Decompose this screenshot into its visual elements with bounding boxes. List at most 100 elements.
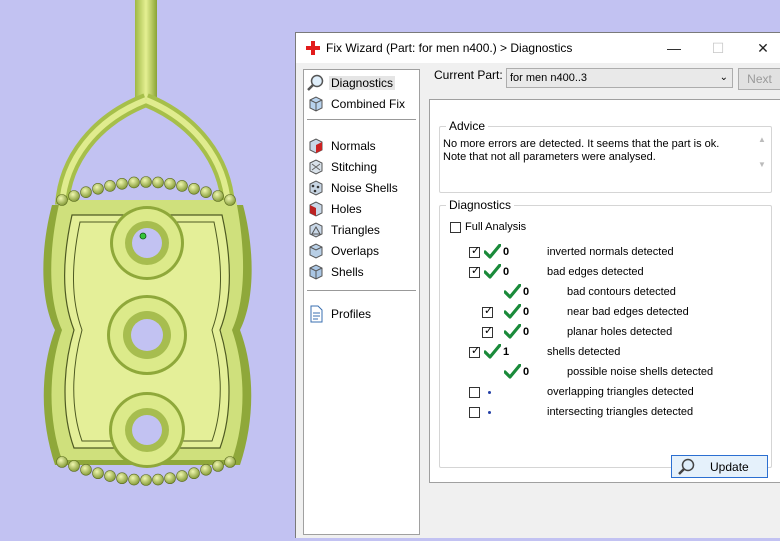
bead xyxy=(200,464,212,476)
checkmark-icon: ✓ xyxy=(471,345,481,357)
title-bar[interactable]: Fix Wizard (Part: for men n400.) > Diagn… xyxy=(296,33,780,63)
stitching-icon xyxy=(309,158,323,175)
advice-title: Advice xyxy=(446,119,489,133)
sidebar-item-holes[interactable]: Holes xyxy=(307,199,415,218)
bead xyxy=(80,464,92,476)
window-title: Fix Wizard (Part: for men n400.) > Diagn… xyxy=(326,41,573,55)
shells-icon xyxy=(309,263,323,280)
green-check-icon xyxy=(504,364,521,379)
checkmark-icon: ✓ xyxy=(484,305,494,317)
bead xyxy=(164,177,176,190)
bead xyxy=(140,176,152,188)
diagnostic-label: shells detected xyxy=(547,346,621,358)
scroll-down-icon[interactable]: ▼ xyxy=(756,160,768,169)
bead xyxy=(116,177,128,190)
diagnostic-label: bad edges detected xyxy=(547,266,644,278)
green-check-icon xyxy=(504,304,521,319)
sidebar-item-overlaps[interactable]: Overlaps xyxy=(307,241,415,260)
diagnostic-checkbox[interactable] xyxy=(469,387,480,398)
diagnostic-checkbox[interactable]: ✓ xyxy=(469,345,481,358)
bead xyxy=(68,190,80,202)
sidebar-item-normals[interactable]: Normals xyxy=(307,136,415,155)
sidebar-item-diagnostics[interactable]: Diagnostics xyxy=(307,73,415,92)
pending-dot-icon xyxy=(488,391,491,394)
checkmark-icon: ✓ xyxy=(471,245,481,257)
cube-icon xyxy=(309,95,323,112)
current-part-label: Current Part: xyxy=(434,68,503,82)
sidebar-item-shells[interactable]: Shells xyxy=(307,262,415,281)
3d-viewport[interactable] xyxy=(0,0,295,538)
bead xyxy=(188,467,200,480)
green-check-icon xyxy=(504,324,521,339)
sidebar-item-noise-shells[interactable]: Noise Shells xyxy=(307,178,415,197)
bead xyxy=(80,186,92,198)
diagnostic-label: possible noise shells detected xyxy=(567,366,714,378)
update-button[interactable]: Update xyxy=(671,455,768,478)
next-button[interactable]: Next xyxy=(738,68,780,90)
normals-icon xyxy=(309,137,323,154)
sidebar-item-stitching[interactable]: Stitching xyxy=(307,157,415,176)
bead xyxy=(224,456,236,468)
checkmark-icon: ✓ xyxy=(471,265,481,277)
magnifier-icon xyxy=(678,458,695,475)
green-check-icon xyxy=(504,284,521,299)
diagnostic-checkbox[interactable]: ✓ xyxy=(482,305,494,318)
diagnostic-label: inverted normals detected xyxy=(547,246,674,258)
diagnostic-label: near bad edges detected xyxy=(567,306,689,318)
pending-dot-icon xyxy=(488,411,491,414)
diagnostics-title: Diagnostics xyxy=(446,198,515,212)
minimize-button[interactable]: — xyxy=(659,38,689,58)
diagnostic-count: 0 xyxy=(523,326,530,338)
triangles-icon xyxy=(309,221,323,238)
diagnostic-checkbox[interactable]: ✓ xyxy=(482,325,493,338)
diagnostic-checkbox[interactable]: ✓ xyxy=(469,245,481,258)
diagnostic-checkbox[interactable] xyxy=(469,407,480,418)
bead xyxy=(104,470,116,482)
advice-group: Advice No more errors are detected. It s… xyxy=(439,119,772,193)
chevron-down-icon: ⌄ xyxy=(719,72,728,83)
advice-scrollbar[interactable]: ▲ ▼ xyxy=(756,135,768,181)
full-analysis-label: Full Analysis xyxy=(465,221,527,233)
green-check-icon xyxy=(484,264,501,279)
magnifier-icon xyxy=(307,74,324,91)
current-part-dropdown[interactable]: for men n400..3 ⌄ xyxy=(506,68,733,88)
diagnostics-panel: Advice No more errors are detected. It s… xyxy=(429,99,780,483)
maximize-button[interactable]: ☐ xyxy=(703,38,733,58)
sidebar-item-triangles[interactable]: Triangles xyxy=(307,220,415,239)
bead xyxy=(68,460,80,472)
sidebar-item-combined-fix[interactable]: Combined Fix xyxy=(307,94,415,113)
diagnostics-group: Diagnostics Full Analysis ✓ 0 inverted norm… xyxy=(439,198,772,478)
scroll-up-icon[interactable]: ▲ xyxy=(756,135,768,144)
diagnostic-label: bad contours detected xyxy=(567,286,676,298)
diagnostic-checkbox[interactable]: ✓ xyxy=(469,265,481,278)
holes-icon xyxy=(309,200,323,217)
advice-line: No more errors are detected. It seems th… xyxy=(443,138,720,150)
diagnostic-label: overlapping triangles detected xyxy=(547,386,694,398)
bead xyxy=(152,473,164,486)
fix-wizard-dialog: Fix Wizard (Part: for men n400.) > Diagn… xyxy=(295,32,780,538)
sidebar-item-profiles[interactable]: Profiles xyxy=(307,304,415,323)
bead xyxy=(56,456,68,468)
green-check-icon xyxy=(484,244,501,259)
current-part-value: for men n400..3 xyxy=(510,72,588,84)
sidebar-divider xyxy=(307,290,416,291)
bead xyxy=(224,194,236,206)
bead xyxy=(92,182,104,195)
diagnostic-count: 0 xyxy=(523,366,530,378)
bead xyxy=(164,472,176,485)
red-cross-icon xyxy=(306,41,320,55)
bead xyxy=(140,474,152,486)
advice-line: Note that not all parameters were analys… xyxy=(443,151,656,163)
full-analysis-checkbox[interactable] xyxy=(450,222,461,233)
advice-text: No more errors are detected. It seems th… xyxy=(443,138,743,164)
bead xyxy=(176,470,188,482)
close-button[interactable]: ✕ xyxy=(748,38,778,58)
diagnostic-count: 0 xyxy=(523,286,530,298)
bead xyxy=(56,194,68,206)
sidebar-divider xyxy=(307,119,416,120)
diagnostic-count: 0 xyxy=(503,266,510,278)
document-icon xyxy=(310,305,323,322)
bead xyxy=(128,473,140,486)
bead xyxy=(128,176,140,189)
bead xyxy=(200,186,212,198)
